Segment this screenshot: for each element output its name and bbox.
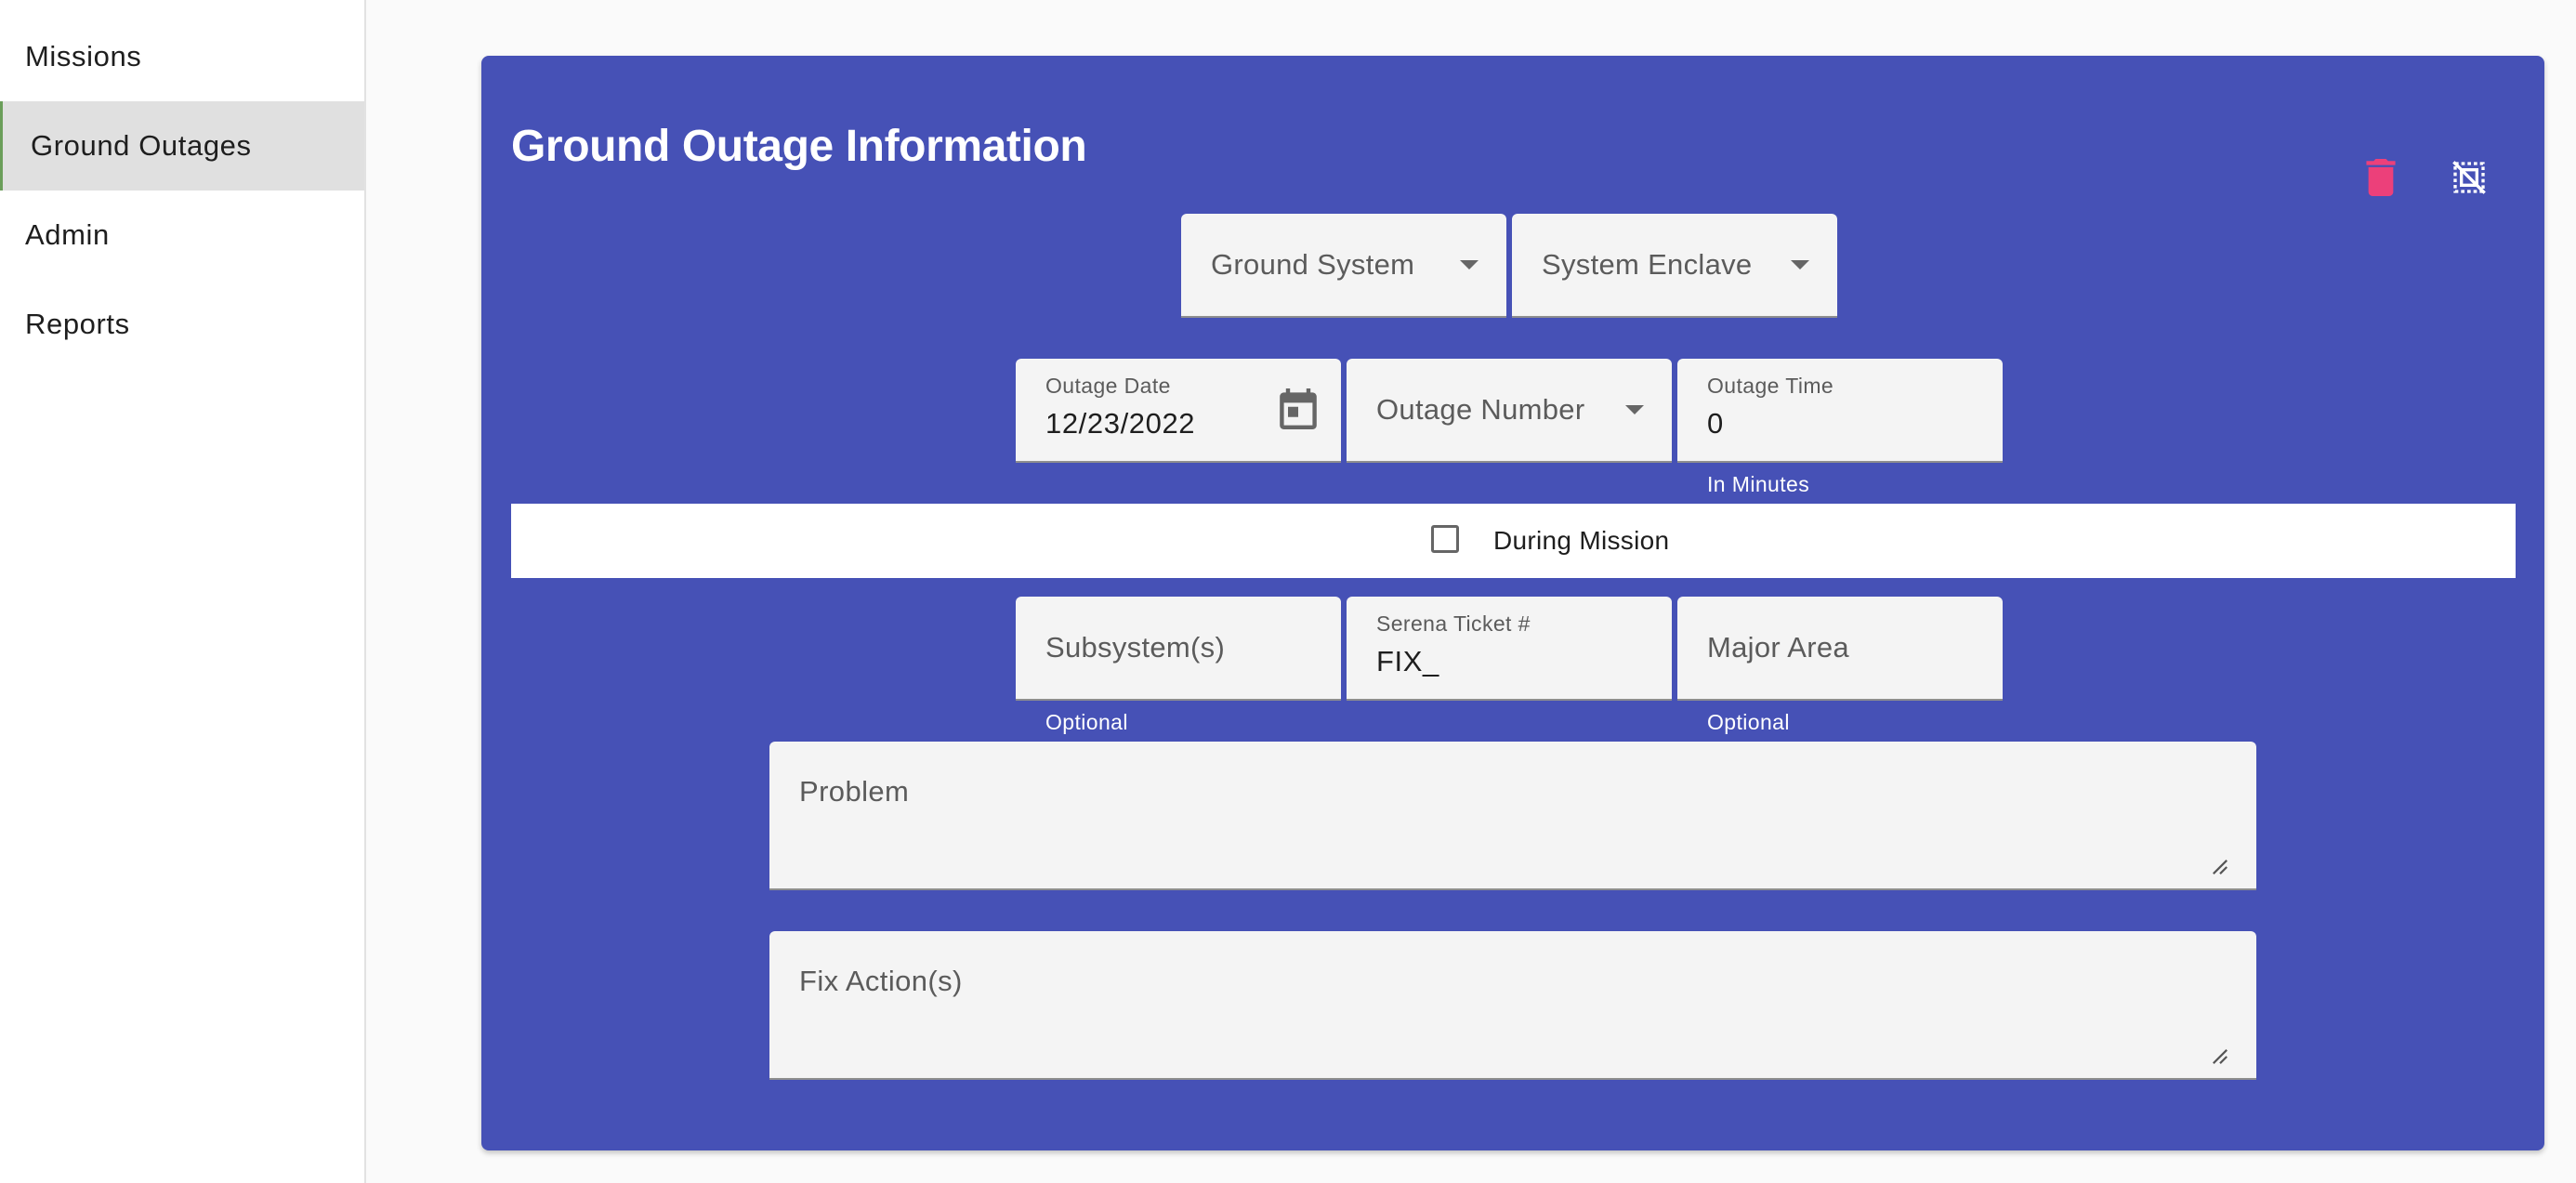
sidebar-item-admin[interactable]: Admin [0, 191, 364, 280]
resize-handle-icon[interactable] [2212, 1048, 2228, 1065]
during-mission-label[interactable]: During Mission [1493, 504, 1669, 578]
sidebar: Missions Ground Outages Admin Reports [0, 0, 366, 1183]
card-title: Ground Outage Information [511, 122, 1087, 171]
serena-ticket-field[interactable]: Serena Ticket # FIX_ [1347, 597, 1672, 701]
delete-icon [2366, 159, 2396, 196]
ground-outage-card: Ground Outage Information Ground System … [481, 56, 2544, 1150]
problem-placeholder: Problem [799, 775, 910, 808]
major-area-field[interactable]: Major Area [1677, 597, 2003, 701]
outage-number-select[interactable]: Outage Number [1347, 359, 1672, 463]
sidebar-item-ground-outages[interactable]: Ground Outages [0, 101, 364, 191]
delete-button[interactable] [2353, 150, 2409, 205]
sidebar-item-label: Ground Outages [31, 129, 252, 162]
chevron-down-icon [1625, 405, 1644, 414]
sidebar-item-label: Missions [25, 40, 142, 72]
ground-system-select[interactable]: Ground System [1181, 214, 1506, 318]
outage-number-placeholder: Outage Number [1376, 393, 1585, 426]
outage-time-label: Outage Time [1707, 374, 1834, 398]
system-enclave-select[interactable]: System Enclave [1512, 214, 1837, 318]
outage-date-label: Outage Date [1045, 374, 1171, 398]
major-area-hint: Optional [1707, 710, 1790, 734]
during-mission-checkbox[interactable] [1431, 525, 1459, 553]
fix-actions-textarea[interactable]: Fix Action(s) [769, 931, 2256, 1080]
subsystems-field[interactable]: Subsystem(s) [1016, 597, 1341, 701]
deselect-button[interactable] [2441, 150, 2497, 205]
during-mission-row: During Mission [511, 504, 2516, 578]
sidebar-item-missions[interactable]: Missions [0, 12, 364, 101]
calendar-icon[interactable] [1280, 388, 1317, 434]
major-area-placeholder: Major Area [1707, 631, 1849, 664]
chevron-down-icon [1460, 260, 1479, 269]
subsystems-hint: Optional [1045, 710, 1128, 734]
subsystems-placeholder: Subsystem(s) [1045, 631, 1226, 664]
serena-ticket-value: FIX_ [1376, 645, 1439, 677]
resize-handle-icon[interactable] [2212, 859, 2228, 875]
system-enclave-placeholder: System Enclave [1542, 248, 1753, 281]
sidebar-item-label: Admin [25, 218, 110, 251]
outage-date-field[interactable]: Outage Date 12/23/2022 [1016, 359, 1341, 463]
sidebar-item-reports[interactable]: Reports [0, 280, 364, 369]
fix-actions-placeholder: Fix Action(s) [799, 965, 963, 997]
outage-time-value: 0 [1707, 407, 1724, 440]
chevron-down-icon [1791, 260, 1809, 269]
problem-textarea[interactable]: Problem [769, 742, 2256, 890]
deselect-icon [2452, 161, 2486, 194]
outage-time-field[interactable]: Outage Time 0 [1677, 359, 2003, 463]
ground-system-placeholder: Ground System [1211, 248, 1415, 281]
outage-date-value: 12/23/2022 [1045, 407, 1196, 440]
serena-ticket-label: Serena Ticket # [1376, 611, 1531, 636]
sidebar-item-label: Reports [25, 308, 130, 340]
outage-time-hint: In Minutes [1707, 472, 1810, 496]
